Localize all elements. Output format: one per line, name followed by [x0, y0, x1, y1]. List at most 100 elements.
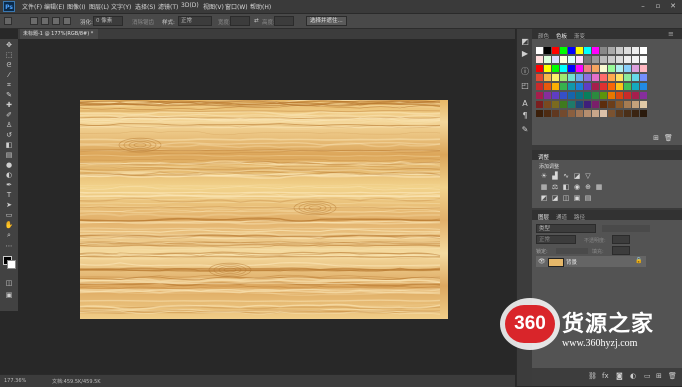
zoom-readout[interactable]: 177.36%: [4, 378, 26, 384]
zoom-icon[interactable]: ⌕: [4, 231, 14, 239]
color-swatch[interactable]: [592, 74, 599, 81]
color-swatch[interactable]: [592, 47, 599, 54]
channel-mixer-icon[interactable]: ⊕: [584, 184, 592, 191]
lasso-icon[interactable]: ᘓ: [4, 61, 14, 69]
marquee-tool-icon[interactable]: [4, 17, 12, 25]
exposure-icon[interactable]: ◪: [573, 173, 581, 180]
color-swatch[interactable]: [600, 47, 607, 54]
color-swatch[interactable]: [544, 65, 551, 72]
select-and-mask-button[interactable]: 选择并遮住...: [306, 16, 347, 26]
color-swatch[interactable]: [592, 83, 599, 90]
color-swatch[interactable]: [552, 56, 559, 63]
width-input[interactable]: [230, 16, 250, 26]
menu-layer[interactable]: 图层(L): [89, 2, 109, 11]
color-swatch[interactable]: [584, 56, 591, 63]
vibrance-icon[interactable]: ▽: [584, 173, 592, 180]
threshold-icon[interactable]: ◫: [562, 195, 570, 202]
history-icon[interactable]: ◩: [521, 37, 529, 46]
color-swatch[interactable]: [600, 92, 607, 99]
height-input[interactable]: [274, 16, 294, 26]
color-swatch[interactable]: [568, 56, 575, 63]
color-swatch[interactable]: [576, 101, 583, 108]
color-swatch[interactable]: [584, 110, 591, 117]
background-color-swatch[interactable]: [7, 260, 16, 269]
black-white-icon[interactable]: ◧: [562, 184, 570, 191]
color-swatch[interactable]: [544, 110, 551, 117]
gradient-icon[interactable]: ▤: [4, 151, 14, 159]
dodge-icon[interactable]: ◐: [4, 171, 14, 179]
paragraph-icon[interactable]: ¶: [521, 111, 529, 120]
color-swatch[interactable]: [576, 74, 583, 81]
color-swatch[interactable]: [608, 47, 615, 54]
color-swatch[interactable]: [560, 83, 567, 90]
color-swatch[interactable]: [624, 110, 631, 117]
color-swatch[interactable]: [600, 101, 607, 108]
layer-kind-filter[interactable]: 类型: [536, 224, 596, 233]
menu-type[interactable]: 文字(Y): [111, 2, 131, 11]
hue-saturation-icon[interactable]: ▦: [540, 184, 548, 191]
color-swatch[interactable]: [600, 65, 607, 72]
eraser-icon[interactable]: ◧: [4, 141, 14, 149]
layer-filter-icons[interactable]: [602, 225, 650, 232]
more-tools-icon[interactable]: ⋯: [4, 242, 14, 250]
color-swatch[interactable]: [568, 110, 575, 117]
pen-icon[interactable]: ✒: [4, 181, 14, 189]
color-swatch[interactable]: [592, 92, 599, 99]
color-swatch[interactable]: [576, 56, 583, 63]
menu-image[interactable]: 图像(I): [67, 2, 85, 11]
color-lookup-icon[interactable]: ▦: [595, 184, 603, 191]
add-selection-icon[interactable]: [41, 17, 49, 25]
color-swatch[interactable]: [560, 101, 567, 108]
layer-name[interactable]: 背景: [566, 258, 577, 266]
color-swatch[interactable]: [568, 47, 575, 54]
color-swatch[interactable]: [640, 74, 647, 81]
color-swatch[interactable]: [552, 110, 559, 117]
curves-icon[interactable]: ∿: [562, 173, 570, 180]
swap-icon[interactable]: ⇄: [254, 18, 259, 24]
quick-mask-icon[interactable]: ◫: [4, 279, 14, 287]
posterize-icon[interactable]: ◪: [551, 195, 559, 202]
levels-icon[interactable]: ▟: [551, 173, 559, 180]
color-swatch[interactable]: [536, 47, 543, 54]
color-swatch[interactable]: [616, 101, 623, 108]
color-swatch[interactable]: [600, 83, 607, 90]
color-swatch[interactable]: [632, 92, 639, 99]
brush-icon[interactable]: ✐: [4, 111, 14, 119]
color-swatch[interactable]: [608, 65, 615, 72]
color-swatch[interactable]: [616, 74, 623, 81]
color-swatch[interactable]: [592, 110, 599, 117]
maximize-icon[interactable]: ▫: [651, 1, 665, 12]
color-swatch[interactable]: [608, 74, 615, 81]
color-swatch[interactable]: [544, 74, 551, 81]
color-swatch[interactable]: [536, 56, 543, 63]
marquee-icon[interactable]: ⬚: [4, 51, 14, 59]
info-icon[interactable]: ⓘ: [521, 67, 529, 76]
menu-edit[interactable]: 编辑(E): [44, 2, 64, 11]
visibility-eye-icon[interactable]: 👁: [538, 258, 546, 265]
color-swatch[interactable]: [552, 74, 559, 81]
color-swatch[interactable]: [584, 74, 591, 81]
gradient-map-icon[interactable]: ▤: [584, 195, 592, 202]
menu-filter[interactable]: 滤镜(T): [158, 2, 178, 11]
color-swatch[interactable]: [568, 92, 575, 99]
color-swatch[interactable]: [560, 65, 567, 72]
selective-color-icon[interactable]: ▣: [573, 195, 581, 202]
minimize-icon[interactable]: –: [636, 1, 650, 12]
color-swatch[interactable]: [616, 83, 623, 90]
color-swatch[interactable]: [624, 47, 631, 54]
history-brush-icon[interactable]: ↺: [4, 131, 14, 139]
color-swatch[interactable]: [544, 101, 551, 108]
lock-icons[interactable]: [556, 248, 588, 254]
color-swatch[interactable]: [640, 56, 647, 63]
color-swatch[interactable]: [576, 92, 583, 99]
clone-stamp-icon[interactable]: ♙: [4, 121, 14, 129]
color-swatch[interactable]: [568, 65, 575, 72]
character-icon[interactable]: A: [521, 99, 529, 108]
color-swatch[interactable]: [592, 65, 599, 72]
menu-file[interactable]: 文件(F): [22, 2, 42, 11]
color-swatch[interactable]: [560, 92, 567, 99]
layer-row-background[interactable]: 👁 背景 🔒: [536, 256, 646, 267]
link-layers-icon[interactable]: ⛓: [588, 372, 597, 380]
fill-input[interactable]: [612, 246, 630, 255]
color-swatch[interactable]: [568, 101, 575, 108]
